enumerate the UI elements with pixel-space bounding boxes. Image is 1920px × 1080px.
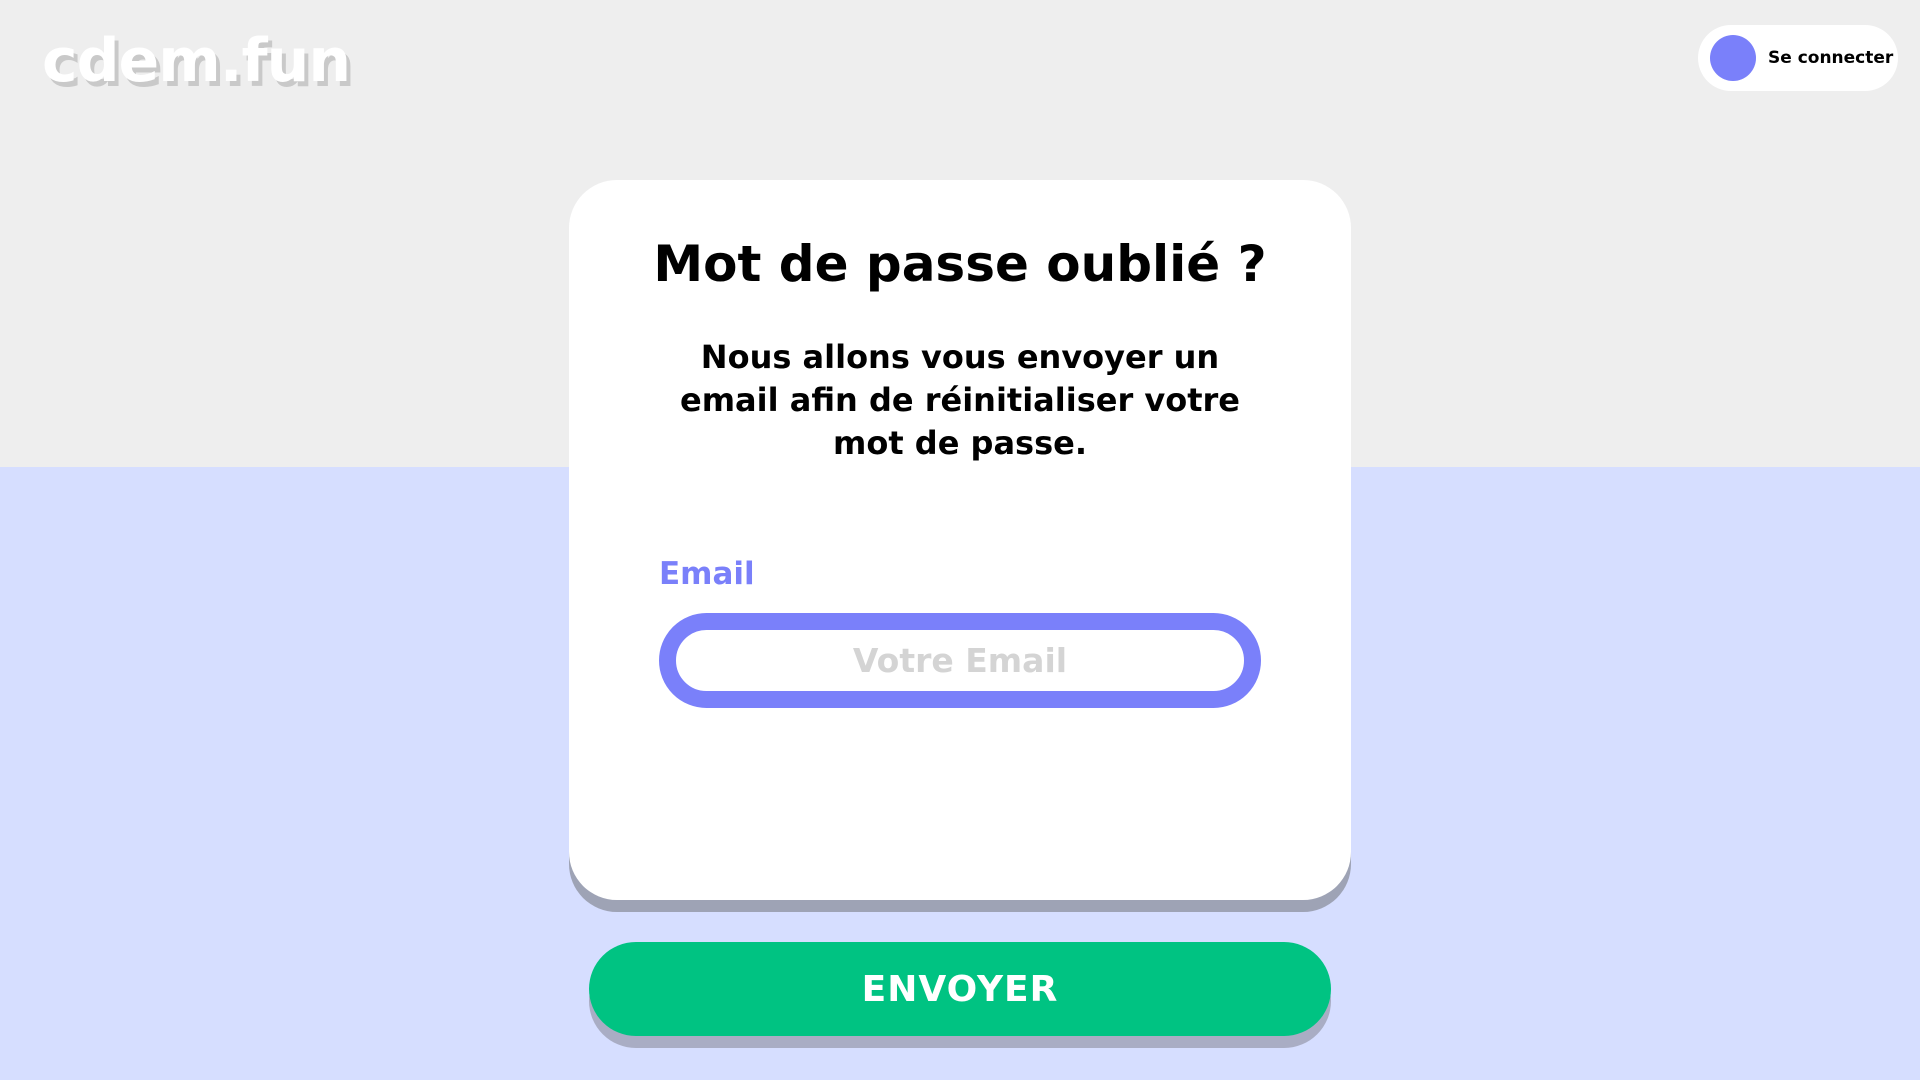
page-title: Mot de passe oublié ? — [653, 235, 1267, 293]
login-button[interactable]: Se connecter — [1698, 25, 1898, 91]
login-button-label: Se connecter — [1768, 48, 1894, 68]
site-logo[interactable]: cdem.fun — [42, 28, 351, 94]
user-avatar-icon — [1710, 35, 1756, 81]
instructions-text: Nous allons vous envoyer un email afin d… — [680, 338, 1240, 462]
email-input[interactable] — [659, 613, 1261, 708]
forgot-password-card: Mot de passe oublié ? Nous allons vous e… — [569, 180, 1351, 900]
email-label: Email — [659, 556, 755, 592]
send-button[interactable]: ENVOYER — [589, 942, 1331, 1036]
